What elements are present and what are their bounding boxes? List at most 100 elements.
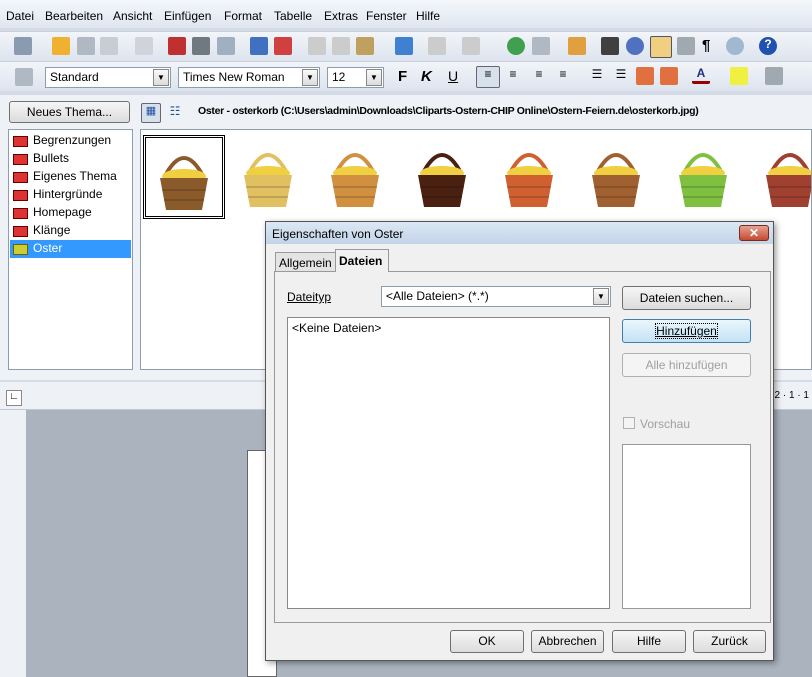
menu-bar: Datei Bearbeiten Ansicht Einfügen Format… xyxy=(0,0,812,28)
menu-datei[interactable]: Datei xyxy=(6,9,34,23)
print-preview-icon[interactable] xyxy=(217,37,235,55)
theme-folder-icon xyxy=(13,226,28,237)
zoom-icon[interactable] xyxy=(726,37,744,55)
menu-bearbeiten[interactable]: Bearbeiten xyxy=(45,9,103,23)
print-icon[interactable] xyxy=(192,37,210,55)
chevron-down-icon[interactable]: ▼ xyxy=(302,69,318,86)
menu-format[interactable]: Format xyxy=(224,9,262,23)
font-color-icon[interactable]: A xyxy=(692,66,710,84)
theme-list[interactable]: Begrenzungen Bullets Eigenes Thema Hintergr… xyxy=(8,129,133,370)
edit-icon[interactable] xyxy=(135,37,153,55)
chevron-down-icon[interactable]: ▼ xyxy=(593,288,609,305)
menu-ansicht[interactable]: Ansicht xyxy=(113,9,152,23)
undo-icon[interactable] xyxy=(428,37,446,55)
vertical-ruler xyxy=(0,410,26,677)
gallery-thumbnail[interactable] xyxy=(143,135,225,219)
ok-button[interactable]: OK xyxy=(450,630,524,653)
numbering-icon[interactable]: ☰ xyxy=(588,67,606,85)
easter-basket-image xyxy=(331,153,379,207)
theme-item[interactable]: Begrenzungen xyxy=(10,132,131,150)
preview-checkbox[interactable] xyxy=(623,417,635,429)
find-replace-icon[interactable] xyxy=(601,37,619,55)
theme-folder-icon xyxy=(13,244,28,255)
menu-einfuegen[interactable]: Einfügen xyxy=(164,9,211,23)
gallery-thumbnail[interactable] xyxy=(230,135,312,219)
theme-label: Bullets xyxy=(33,151,70,165)
decrease-indent-icon[interactable] xyxy=(636,67,654,85)
font-size-select[interactable]: 12 ▼ xyxy=(327,67,384,88)
add-button[interactable]: Hinzufügen xyxy=(622,319,751,343)
theme-item[interactable]: Homepage xyxy=(10,204,131,222)
cancel-button[interactable]: Abbrechen xyxy=(531,630,604,653)
styles-icon[interactable] xyxy=(15,68,33,86)
paste-icon[interactable] xyxy=(356,37,374,55)
underline-button[interactable]: U xyxy=(448,68,458,84)
chevron-down-icon[interactable]: ▼ xyxy=(153,69,169,86)
menu-tabelle[interactable]: Tabelle xyxy=(274,9,312,23)
email-icon[interactable] xyxy=(100,37,118,55)
table-icon[interactable] xyxy=(532,37,550,55)
font-name-select[interactable]: Times New Roman ▼ xyxy=(178,67,320,88)
cut-icon[interactable] xyxy=(308,37,326,55)
icon-view-icon[interactable]: ▦ xyxy=(141,103,161,123)
detail-view-icon[interactable]: ☷ xyxy=(166,104,184,122)
theme-folder-icon xyxy=(13,172,28,183)
help-button[interactable]: Hilfe xyxy=(612,630,686,653)
new-theme-button[interactable]: Neues Thema... xyxy=(9,101,130,123)
menu-hilfe[interactable]: Hilfe xyxy=(416,9,440,23)
align-center-icon[interactable]: ≡ xyxy=(504,67,522,85)
italic-button[interactable]: K xyxy=(421,68,432,85)
add-all-button[interactable]: Alle hinzufügen xyxy=(622,353,751,377)
highlight-icon[interactable] xyxy=(730,67,748,85)
theme-item[interactable]: Eigenes Thema xyxy=(10,168,131,186)
theme-item[interactable]: Oster xyxy=(10,240,131,258)
theme-item[interactable]: Klänge xyxy=(10,222,131,240)
theme-label: Hintergründe xyxy=(33,187,103,201)
theme-item[interactable]: Bullets xyxy=(10,150,131,168)
menu-fenster[interactable]: Fenster xyxy=(366,9,407,23)
tab-allgemein[interactable]: Allgemein xyxy=(275,252,337,271)
bold-button[interactable]: F xyxy=(398,68,407,85)
background-color-icon[interactable] xyxy=(765,67,783,85)
autospellcheck-icon[interactable] xyxy=(274,37,292,55)
search-files-button[interactable]: Dateien suchen... xyxy=(622,286,751,310)
gallery-thumbnail[interactable] xyxy=(752,135,811,219)
back-button[interactable]: Zurück xyxy=(693,630,766,653)
data-sources-icon[interactable] xyxy=(677,37,695,55)
spellcheck-icon[interactable] xyxy=(250,37,268,55)
navigator-icon[interactable] xyxy=(626,37,644,55)
open-icon[interactable] xyxy=(52,37,70,55)
easter-basket-image xyxy=(505,153,553,207)
theme-item[interactable]: Hintergründe xyxy=(10,186,131,204)
new-document-icon[interactable] xyxy=(14,37,32,55)
draw-icon[interactable] xyxy=(568,37,586,55)
paragraph-style-select[interactable]: Standard ▼ xyxy=(45,67,171,88)
gallery-thumbnail[interactable] xyxy=(665,135,747,219)
gallery-thumbnail[interactable] xyxy=(491,135,573,219)
filetype-select[interactable]: <Alle Dateien> (*.*) ▼ xyxy=(381,286,611,307)
navigator-globe-icon[interactable] xyxy=(507,37,525,55)
gallery-thumbnail[interactable] xyxy=(404,135,486,219)
file-list[interactable]: <Keine Dateien> xyxy=(287,317,610,609)
redo-icon[interactable] xyxy=(462,37,480,55)
align-right-icon[interactable]: ≡ xyxy=(530,67,548,85)
gallery-thumbnail[interactable] xyxy=(317,135,399,219)
format-paintbrush-icon[interactable] xyxy=(395,37,413,55)
align-left-icon[interactable]: ≡ xyxy=(476,66,500,88)
chevron-down-icon[interactable]: ▼ xyxy=(366,69,382,86)
help-icon[interactable]: ? xyxy=(759,37,777,55)
tab-dateien[interactable]: Dateien xyxy=(335,249,389,272)
pdf-icon[interactable] xyxy=(168,37,186,55)
copy-icon[interactable] xyxy=(332,37,350,55)
theme-folder-icon xyxy=(13,208,28,219)
close-button[interactable]: ✕ xyxy=(739,225,769,241)
formatting-marks-icon[interactable]: ¶ xyxy=(702,37,720,55)
bullets-icon[interactable]: ☰ xyxy=(612,67,630,85)
gallery-icon[interactable] xyxy=(650,36,672,58)
save-icon[interactable] xyxy=(77,37,95,55)
justify-icon[interactable]: ≡ xyxy=(554,67,572,85)
menu-extras[interactable]: Extras xyxy=(324,9,358,23)
gallery-thumbnail[interactable] xyxy=(578,135,660,219)
tab-stop-icon[interactable]: ∟ xyxy=(6,390,22,406)
increase-indent-icon[interactable] xyxy=(660,67,678,85)
